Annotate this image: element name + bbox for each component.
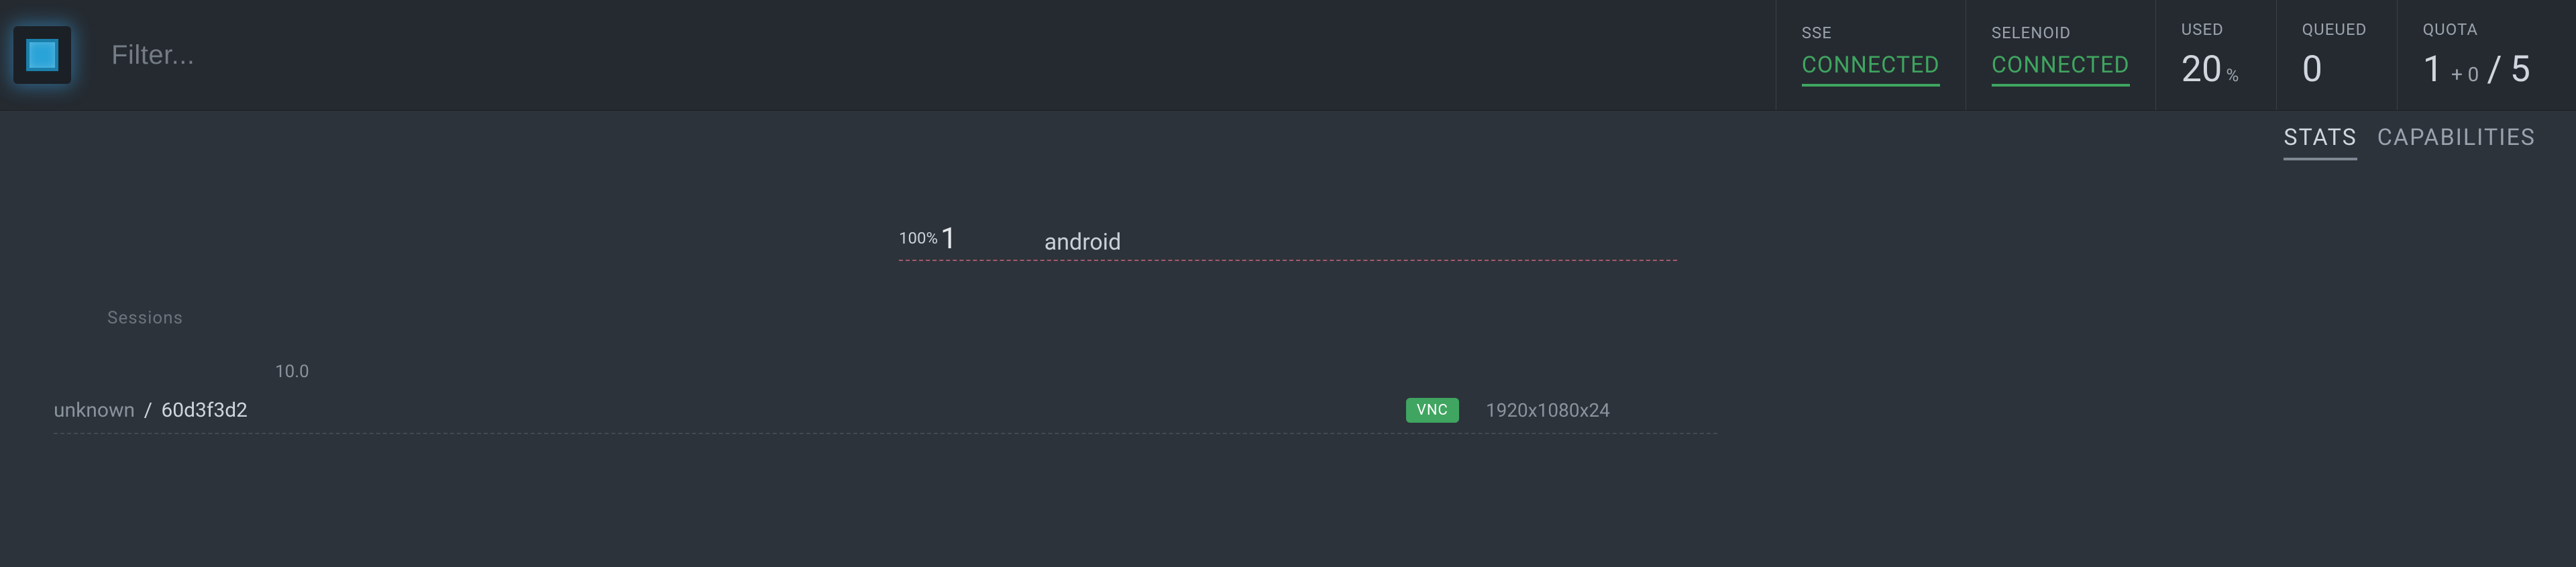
app-logo[interactable] — [13, 26, 71, 84]
stat-sse-value: CONNECTED — [1802, 52, 1940, 87]
session-sep: / — [144, 399, 152, 422]
stats-panel: SSE CONNECTED SELENOID CONNECTED USED 20… — [1776, 0, 2556, 110]
stat-sse-label: SSE — [1802, 23, 1940, 42]
tab-capabilities[interactable]: CAPABILITIES — [2377, 124, 2536, 160]
tabs: STATS CAPABILITIES — [0, 111, 2576, 160]
stat-queued-label: QUEUED — [2302, 20, 2371, 39]
vnc-badge[interactable]: VNC — [1406, 398, 1459, 423]
topbar: SSE CONNECTED SELENOID CONNECTED USED 20… — [0, 0, 2576, 111]
stat-quota-total: 5 — [2510, 48, 2530, 91]
stat-quota: QUOTA 1 + 0 / 5 — [2397, 0, 2556, 110]
stat-quota-label: QUOTA — [2423, 20, 2530, 39]
stat-used-unit: % — [2226, 66, 2239, 86]
sessions-heading: Sessions — [107, 308, 2522, 328]
session-row[interactable]: unknown / 60d3f3d2 VNC 1920x1080x24 — [54, 387, 1717, 434]
stat-selenoid: SELENOID CONNECTED — [1966, 0, 2155, 110]
stat-quota-used: 1 — [2423, 48, 2443, 91]
sessions-version: 10.0 — [275, 362, 2522, 382]
stat-used-value: 20 — [2182, 48, 2222, 91]
app-logo-icon — [26, 39, 58, 71]
sessions-area: Sessions 10.0 unknown / 60d3f3d2 VNC 192… — [0, 308, 2576, 434]
stat-quota-plus: + 0 — [2451, 63, 2479, 87]
stat-used: USED 20 % — [2155, 0, 2276, 110]
browser-row[interactable]: 100% 1 android — [899, 221, 1677, 261]
filter-input[interactable] — [111, 40, 1776, 70]
browser-name: android — [1044, 229, 1121, 256]
stat-selenoid-label: SELENOID — [1992, 23, 2130, 42]
stat-selenoid-value: CONNECTED — [1992, 52, 2130, 87]
browser-percent: 100% — [899, 229, 938, 248]
stat-used-label: USED — [2182, 20, 2251, 39]
stat-sse: SSE CONNECTED — [1776, 0, 1966, 110]
tab-stats[interactable]: STATS — [2284, 124, 2357, 160]
session-name: unknown / 60d3f3d2 — [54, 399, 248, 422]
session-user: unknown — [54, 399, 135, 422]
stat-quota-slash: / — [2487, 48, 2502, 91]
session-hash: 60d3f3d2 — [161, 399, 248, 422]
stat-queued-value: 0 — [2302, 48, 2322, 91]
session-resolution: 1920x1080x24 — [1486, 399, 1610, 421]
stat-queued: QUEUED 0 — [2276, 0, 2397, 110]
browser-count: 1 — [941, 221, 957, 256]
